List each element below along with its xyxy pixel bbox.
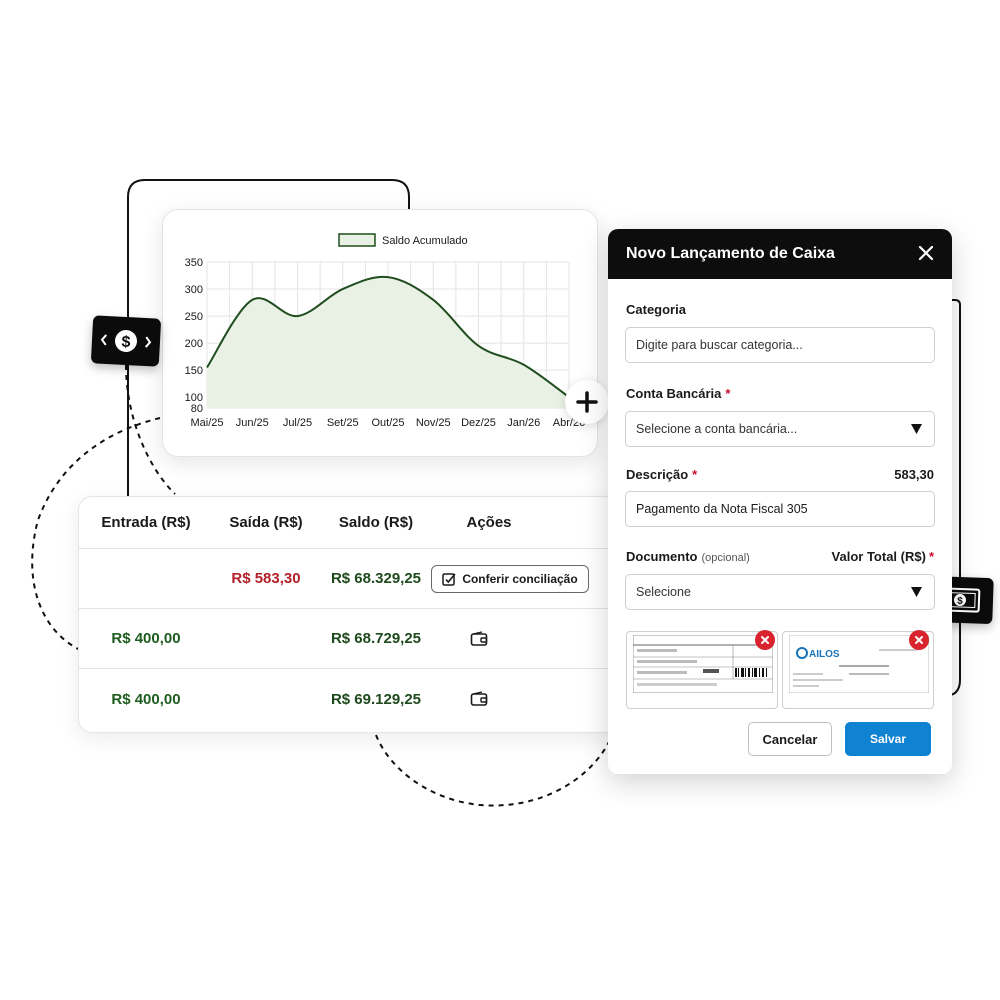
y-tick-label: 80 — [191, 403, 203, 415]
x-tick-label: Jun/25 — [236, 417, 269, 429]
conta-bancaria-label-text: Conta Bancária — [626, 386, 722, 401]
cell-saldo: R$ 68.729,25 — [330, 630, 422, 647]
modal-title: Novo Lançamento de Caixa — [626, 245, 835, 262]
cell-saldo: R$ 68.329,25 — [330, 570, 422, 587]
conferir-conciliacao-label: Conferir conciliação — [462, 571, 578, 586]
table-row: R$ 583,30 R$ 68.329,25 Conferir concilia… — [79, 549, 617, 609]
col-header-saida: Saída (R$) — [229, 514, 303, 531]
documento-label-text: Documento — [626, 549, 698, 564]
caret-down-icon — [911, 587, 922, 597]
cell-entrada: R$ 400,00 — [111, 690, 181, 708]
svg-text:$: $ — [957, 596, 963, 607]
attachment-invoice[interactable]: AILOS — [782, 630, 934, 709]
y-tick-label: 300 — [185, 284, 203, 296]
x-tick-label: Out/25 — [371, 417, 404, 429]
y-tick-label: 250 — [185, 311, 203, 323]
remove-attachment-button[interactable] — [909, 630, 929, 650]
cell-saldo: R$ 69.129,25 — [330, 690, 422, 708]
categoria-placeholder: Digite para buscar categoria... — [636, 338, 803, 352]
add-entry-button[interactable] — [565, 380, 609, 424]
cell-saida: R$ 583,30 — [231, 570, 301, 587]
y-tick-label: 150 — [185, 365, 203, 377]
x-tick-label: Set/25 — [327, 417, 359, 429]
caret-down-icon — [911, 424, 922, 434]
legend-label: Saldo Acumulado — [382, 235, 468, 247]
close-icon — [761, 636, 769, 644]
checkbox-check-icon — [442, 572, 456, 586]
cell-saida — [207, 609, 325, 668]
col-header-saldo: Saldo (R$) — [338, 514, 414, 531]
cell-acoes — [439, 669, 519, 729]
chart-legend: Saldo Acumulado — [338, 233, 468, 247]
save-button[interactable]: Salvar — [845, 722, 931, 756]
dashed-arc-bottom — [375, 734, 611, 807]
remove-attachment-button[interactable] — [755, 630, 775, 650]
invoice-document-thumbnail: AILOS — [789, 635, 929, 693]
cell-entrada — [79, 549, 213, 608]
balance-chart-card: 80 100 150 200 250 300 350 Mai/25 Jun/25 Jul/25 Se… — [162, 209, 598, 457]
close-icon[interactable] — [916, 243, 936, 263]
wallet-icon[interactable] — [470, 630, 488, 647]
categoria-search-input[interactable]: Digite para buscar categoria... — [625, 327, 935, 363]
documento-select[interactable]: Selecione — [625, 574, 935, 610]
x-tick-label: Jul/25 — [283, 417, 312, 429]
table-row: R$ 400,00 R$ 68.729,25 — [79, 609, 617, 669]
col-header-entrada: Entrada (R$) — [101, 514, 191, 531]
x-tick-label: Mai/25 — [190, 417, 223, 429]
documento-label: Documento (opcional) — [626, 549, 750, 564]
conta-bancaria-placeholder: Selecione a conta bancária... — [636, 422, 798, 436]
cell-acoes — [439, 609, 519, 668]
cell-saida — [207, 669, 325, 729]
optional-hint: (opcional) — [701, 552, 750, 564]
y-tick-label: 100 — [185, 392, 203, 404]
required-mark: * — [725, 386, 731, 401]
cell-entrada: R$ 400,00 — [111, 630, 181, 647]
table-header-row: Entrada (R$) Saída (R$) Saldo (R$) Ações — [79, 497, 617, 549]
transactions-table: Entrada (R$) Saída (R$) Saldo (R$) Ações… — [78, 496, 618, 733]
descricao-label-text: Descrição — [626, 467, 689, 482]
legend-swatch — [338, 233, 376, 247]
invoice-brand: AILOS — [809, 649, 840, 660]
col-header-acoes: Ações — [466, 514, 512, 531]
cell-acoes: Conferir conciliação — [431, 549, 589, 608]
conferir-conciliacao-button[interactable]: Conferir conciliação — [431, 564, 589, 593]
documento-placeholder: Selecione — [636, 585, 691, 599]
dollar-transfer-icon: $ — [100, 330, 152, 352]
close-icon — [915, 636, 923, 644]
descricao-label: Descrição * — [626, 467, 697, 482]
descricao-input[interactable]: Pagamento da Nota Fiscal 305 — [625, 491, 935, 527]
categoria-label-text: Categoria — [626, 302, 686, 317]
wallet-icon[interactable] — [470, 691, 488, 707]
categoria-label: Categoria — [626, 302, 686, 317]
boleto-document-thumbnail — [633, 635, 773, 693]
descricao-value: Pagamento da Nota Fiscal 305 — [636, 502, 808, 516]
svg-text:$: $ — [121, 334, 131, 351]
plus-icon — [576, 391, 598, 413]
valor-total-label-text: Valor Total (R$) — [831, 549, 926, 564]
table-row: R$ 400,00 R$ 69.129,25 — [79, 669, 617, 729]
y-tick-label: 350 — [185, 257, 203, 269]
valor-total-label: Valor Total (R$) * — [832, 549, 934, 564]
series-area-fill — [207, 276, 569, 408]
x-tick-label: Nov/25 — [416, 417, 451, 429]
y-tick-label: 200 — [185, 338, 203, 350]
conta-bancaria-label: Conta Bancária * — [626, 386, 730, 401]
x-tick-label: Jan/26 — [507, 417, 540, 429]
descricao-amount: 583,30 — [894, 467, 934, 482]
required-mark: * — [928, 549, 934, 564]
required-mark: * — [692, 467, 698, 482]
balance-chart: 80100 150 200 250 300 350 Mai/25 Jun/25 Jul/25 Se… — [185, 233, 585, 429]
modal-header: Novo Lançamento de Caixa — [608, 229, 952, 279]
conta-bancaria-select[interactable]: Selecione a conta bancária... — [625, 411, 935, 447]
x-tick-label: Dez/25 — [461, 417, 496, 429]
money-transfer-badge: $ — [90, 315, 162, 367]
cancel-button[interactable]: Cancelar — [748, 722, 832, 756]
attachment-boleto[interactable] — [626, 630, 778, 709]
